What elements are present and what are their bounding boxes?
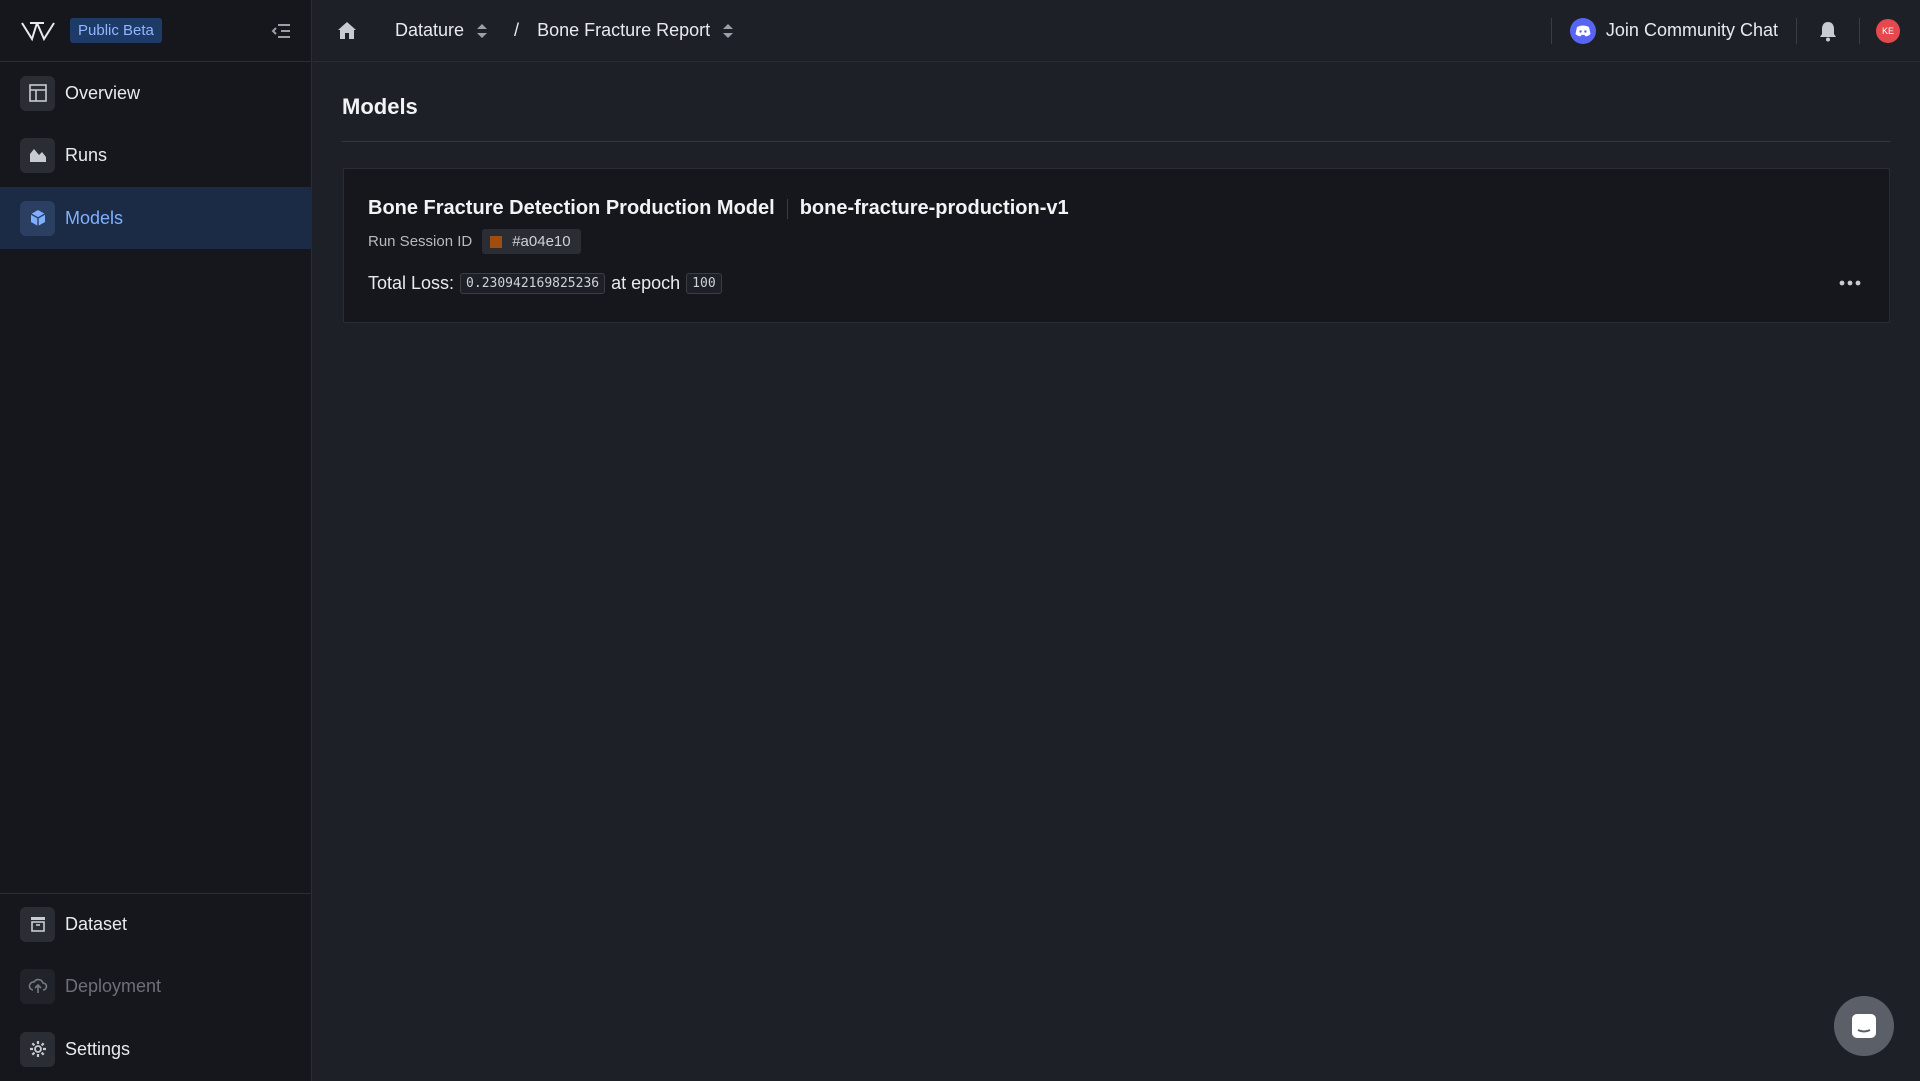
sidebar-item-label: Deployment xyxy=(65,975,162,996)
top-bar: Datature / Bone Fracture Report Join Com… xyxy=(313,0,1920,62)
run-session-chip[interactable]: #a04e10 xyxy=(482,229,581,254)
sidebar-item-deployment[interactable]: Deployment xyxy=(0,955,312,1017)
top-bar-actions: Join Community Chat KE xyxy=(1550,0,1920,62)
epoch-label: at epoch xyxy=(611,273,681,293)
layout-icon xyxy=(20,75,55,111)
sort-icon xyxy=(477,23,488,38)
collapse-sidebar-icon[interactable] xyxy=(269,19,293,43)
sidebar-item-label: Models xyxy=(65,207,124,228)
total-loss-label: Total Loss: xyxy=(368,273,455,293)
gear-icon xyxy=(20,1031,55,1067)
home-icon[interactable] xyxy=(335,19,359,43)
title-separator xyxy=(786,198,788,219)
breadcrumb-label: Bone Fracture Report xyxy=(537,20,711,40)
divider xyxy=(1796,17,1797,44)
title-divider xyxy=(342,141,1891,142)
more-options-icon[interactable] xyxy=(1837,273,1863,293)
breadcrumb-project[interactable]: Bone Fracture Report xyxy=(537,20,734,41)
breadcrumb-workspace[interactable]: Datature xyxy=(395,20,488,41)
sidebar-item-label: Runs xyxy=(65,144,108,165)
public-beta-badge: Public Beta xyxy=(70,18,162,43)
model-card[interactable]: Bone Fracture Detection Production Model… xyxy=(343,168,1890,323)
sidebar-item-label: Dataset xyxy=(65,913,128,934)
sidebar-header: Public Beta xyxy=(0,0,311,62)
sidebar-item-runs[interactable]: Runs xyxy=(0,124,312,186)
run-session-label: Run Session ID xyxy=(368,233,473,250)
run-session-row: Run Session ID #a04e10 xyxy=(368,229,581,254)
total-loss-value: 0.230942169825236 xyxy=(460,273,606,294)
discord-icon xyxy=(1569,17,1596,44)
area-chart-icon xyxy=(20,137,55,173)
vi-logo-icon[interactable] xyxy=(20,20,56,42)
page-title: Models xyxy=(342,94,418,119)
sidebar-item-settings[interactable]: Settings xyxy=(0,1018,312,1080)
session-color-swatch xyxy=(490,235,503,248)
notification-bell-icon[interactable] xyxy=(1817,20,1839,42)
join-community-chat-button[interactable]: Join Community Chat xyxy=(1552,17,1796,44)
loss-row: Total Loss: 0.230942169825236 at epoch 1… xyxy=(368,273,728,294)
cloud-upload-icon xyxy=(20,968,55,1004)
sidebar-item-label: Settings xyxy=(65,1038,131,1059)
sidebar-item-label: Overview xyxy=(65,82,141,103)
sort-icon xyxy=(723,23,734,38)
chat-icon xyxy=(1852,1014,1876,1038)
divider xyxy=(1859,17,1860,44)
sidebar-item-overview[interactable]: Overview xyxy=(0,62,312,124)
chat-widget-button[interactable] xyxy=(1834,996,1894,1056)
community-chat-label: Join Community Chat xyxy=(1605,20,1778,40)
model-id: bone-fracture-production-v1 xyxy=(799,197,1069,219)
run-session-id: #a04e10 xyxy=(512,233,571,250)
breadcrumb-label: Datature xyxy=(395,20,465,40)
sidebar: Public Beta Overview Runs Models Dataset xyxy=(0,0,312,1081)
model-name: Bone Fracture Detection Production Model xyxy=(368,197,775,219)
model-card-title: Bone Fracture Detection Production Model… xyxy=(368,197,1069,220)
cube-icon xyxy=(20,200,55,236)
sidebar-item-dataset[interactable]: Dataset xyxy=(0,893,312,955)
sidebar-item-models[interactable]: Models xyxy=(0,187,312,249)
breadcrumb-separator: / xyxy=(514,20,520,40)
avatar[interactable]: KE xyxy=(1876,18,1900,43)
epoch-value: 100 xyxy=(686,273,722,294)
archive-icon xyxy=(20,906,55,942)
